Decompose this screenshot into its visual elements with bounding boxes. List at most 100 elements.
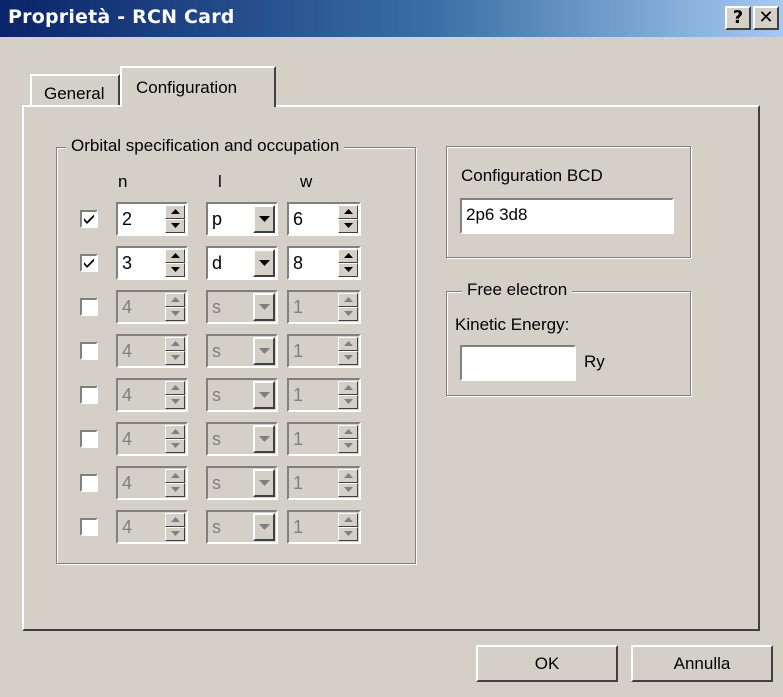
orbital-enable-checkbox[interactable] [80,210,98,228]
spin-up-icon[interactable] [165,249,185,263]
spin-down-icon [338,395,358,409]
orbital-enable-checkbox[interactable] [80,386,98,404]
n-value: 4 [122,517,133,537]
kinetic-energy-field[interactable] [460,345,576,381]
tab-configuration[interactable]: Configuration [120,66,276,107]
l-value: s [212,473,221,493]
n-spinner[interactable]: 2 [116,202,188,236]
w-spinner: 1 [287,510,361,544]
spin-up-icon [165,337,185,351]
l-dropdown: s [206,378,278,412]
w-value: 1 [293,473,304,493]
n-spinner-buttons [165,425,185,453]
l-dropdown: s [206,422,278,456]
tab-general[interactable]: General [30,74,120,105]
w-value: 1 [293,517,304,537]
l-dropdown[interactable]: p [206,202,278,236]
ok-button[interactable]: OK [476,645,618,682]
n-value: 4 [122,297,133,317]
n-value: 4 [122,429,133,449]
column-w-label: w [300,172,313,191]
spin-up-icon [338,381,358,395]
column-n-label: n [118,172,128,191]
w-spinner[interactable]: 6 [287,202,361,236]
spin-up-icon[interactable] [338,205,358,219]
orbital-enable-checkbox[interactable] [80,474,98,492]
spin-down-icon [338,307,358,321]
orbital-group-label: Orbital specification and occupation [66,136,345,156]
n-spinner: 4 [116,466,188,500]
orbital-enable-checkbox[interactable] [80,430,98,448]
w-spinner-buttons [338,425,358,453]
w-spinner: 1 [287,378,361,412]
spin-down-icon [338,527,358,541]
l-dropdown: s [206,290,278,324]
tab-configuration-label: Configuration [136,78,238,97]
checkmark-icon [84,214,94,224]
n-spinner: 4 [116,422,188,456]
l-dropdown: s [206,510,278,544]
configuration-bcd-label: Configuration BCD [461,166,603,185]
dropdown-arrow-icon[interactable] [253,205,275,233]
spin-up-icon[interactable] [165,205,185,219]
cancel-button[interactable]: Annulla [631,645,773,682]
l-value: s [212,429,221,449]
n-spinner-buttons [165,469,185,497]
n-spinner: 4 [116,290,188,324]
spin-up-icon [338,469,358,483]
configuration-bcd-value: 2p6 3d8 [466,205,528,224]
spin-down-icon[interactable] [165,219,185,233]
n-spinner-buttons [165,293,185,321]
w-spinner: 1 [287,290,361,324]
orbital-enable-checkbox[interactable] [80,518,98,536]
n-value: 4 [122,473,133,493]
l-dropdown[interactable]: d [206,246,278,280]
spin-down-icon[interactable] [338,219,358,233]
spin-down-icon [338,351,358,365]
configuration-bcd-field[interactable]: 2p6 3d8 [460,198,674,234]
w-value: 1 [293,385,304,405]
l-value: s [212,517,221,537]
spin-down-icon [338,483,358,497]
spin-down-icon[interactable] [338,263,358,277]
spin-up-icon [165,513,185,527]
w-value: 1 [293,297,304,317]
w-spinner-buttons [338,293,358,321]
spin-down-icon [165,527,185,541]
help-button[interactable]: ? [725,6,751,30]
kinetic-energy-unit: Ry [584,352,605,371]
w-value: 6 [293,209,304,229]
w-spinner[interactable]: 8 [287,246,361,280]
orbital-enable-checkbox[interactable] [80,254,98,272]
dropdown-arrow-icon [253,381,275,409]
n-value: 4 [122,385,133,405]
spin-down-icon [165,395,185,409]
w-value: 1 [293,341,304,361]
n-value: 4 [122,341,133,361]
spin-up-icon [165,469,185,483]
orbital-enable-checkbox[interactable] [80,342,98,360]
dropdown-arrow-icon [253,337,275,365]
spin-up-icon [338,337,358,351]
n-spinner-buttons [165,513,185,541]
dropdown-arrow-icon[interactable] [253,249,275,277]
n-value: 3 [122,253,133,273]
n-spinner[interactable]: 3 [116,246,188,280]
n-spinner-buttons [165,205,185,233]
w-spinner-buttons [338,249,358,277]
orbital-enable-checkbox[interactable] [80,298,98,316]
spin-up-icon [338,513,358,527]
spin-down-icon [165,307,185,321]
dropdown-arrow-icon [253,469,275,497]
spin-down-icon [165,483,185,497]
spin-down-icon[interactable] [165,263,185,277]
spin-up-icon [338,425,358,439]
dropdown-arrow-icon [253,425,275,453]
spin-down-icon [338,439,358,453]
l-value: s [212,297,221,317]
l-dropdown: s [206,334,278,368]
n-spinner-buttons [165,381,185,409]
spin-up-icon[interactable] [338,249,358,263]
dropdown-arrow-icon [253,293,275,321]
close-button[interactable]: ✕ [753,6,779,30]
